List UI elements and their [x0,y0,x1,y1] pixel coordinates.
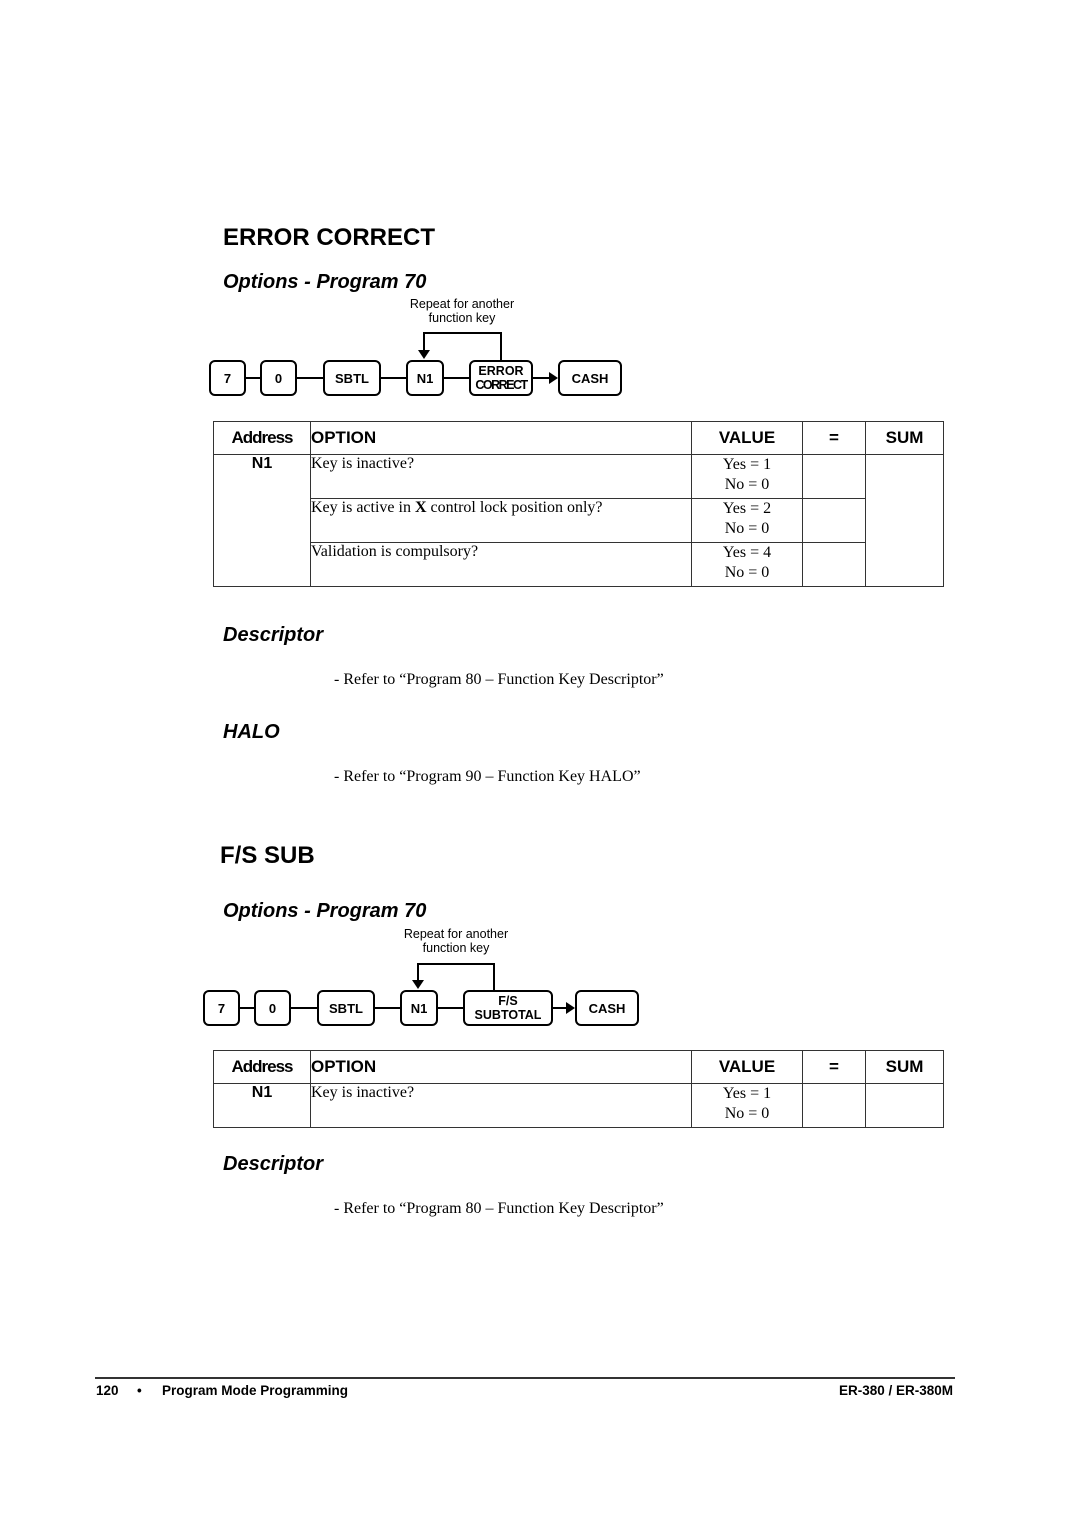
key-cash: CASH [575,990,639,1026]
loop-line [493,963,495,990]
table-row: N1 Key is inactive? Yes = 1 No = 0 [213,1083,944,1128]
equals-cell [802,498,866,543]
options-table: Address OPTION VALUE = SUM N1 Key is ina… [213,1050,944,1128]
header-equals: = [802,1050,866,1084]
key-0: 0 [254,990,291,1026]
descriptor-heading: Descriptor [223,624,324,646]
option-text: Key is inactive? [310,454,692,499]
header-sum: SUM [865,421,944,455]
connector [444,377,469,379]
connector [291,1007,317,1009]
value-cell: Yes = 2 No = 0 [691,498,803,543]
sum-cell [865,1083,944,1128]
arrow-right-icon [566,1002,575,1014]
table-row: Validation is compulsory? Yes = 4 No = 0 [214,542,944,587]
option-text: Validation is compulsory? [310,542,692,587]
equals-cell [802,454,866,499]
table-row: Key is active in X control lock position… [214,498,944,543]
footer-model: ER-380 / ER-380M [838,1383,953,1398]
header-address: Address [213,421,311,455]
footer-divider [95,1377,955,1379]
header-option: OPTION [310,1050,692,1084]
header-value: VALUE [691,1050,803,1084]
key-7: 7 [203,990,240,1026]
loop-line [423,332,425,352]
key-sbtl: SBTL [323,360,381,396]
halo-heading: HALO [223,721,280,743]
key-0: 0 [260,360,297,396]
equals-cell [802,542,866,587]
sum-cell [865,454,944,587]
connector [375,1007,400,1009]
key-7: 7 [209,360,246,396]
key-fs-subtotal: F/S SUBTOTAL [463,990,553,1026]
section-title-error-correct: ERROR CORRECT [223,224,436,251]
footer-section: Program Mode Programming [162,1383,349,1398]
loop-line [500,332,502,360]
value-cell: Yes = 4 No = 0 [691,542,803,587]
connector [297,377,323,379]
arrow-right-icon [549,372,558,384]
connector [240,1007,254,1009]
loop-line [417,963,495,965]
options-heading: Options - Program 70 [223,271,427,293]
connector [438,1007,463,1009]
connector [533,377,550,379]
halo-text: - Refer to “Program 90 – Function Key HA… [334,768,641,785]
descriptor-text: - Refer to “Program 80 – Function Key De… [334,671,664,688]
header-equals: = [802,421,866,455]
repeat-note: Repeat for another function key [409,297,515,325]
arrow-down-icon [418,350,430,359]
section-title-fs-sub: F/S SUB [220,842,315,869]
descriptor-heading: Descriptor [223,1153,324,1175]
connector [553,1007,567,1009]
key-n1: N1 [406,360,444,396]
equals-cell [802,1083,866,1128]
descriptor-text: - Refer to “Program 80 – Function Key De… [334,1200,664,1217]
header-address: Address [213,1050,311,1084]
address-cell: N1 [213,454,311,587]
connector [246,377,260,379]
options-heading: Options - Program 70 [223,900,427,922]
connector [381,377,406,379]
header-option: OPTION [310,421,692,455]
footer-bullet: • [137,1383,142,1398]
key-sbtl: SBTL [317,990,375,1026]
value-cell: Yes = 1 No = 0 [691,1083,803,1128]
header-value: VALUE [691,421,803,455]
options-table: Address OPTION VALUE = SUM N1 Key is ina… [213,421,944,587]
option-text: Key is active in X control lock position… [310,498,692,543]
page-number: 120 [96,1383,119,1398]
value-cell: Yes = 1 No = 0 [691,454,803,499]
address-cell: N1 [213,1083,311,1128]
key-error-correct: ERROR CORRECT [469,360,533,396]
option-text: Key is inactive? [310,1083,692,1128]
arrow-down-icon [412,980,424,989]
key-cash: CASH [558,360,622,396]
key-n1: N1 [400,990,438,1026]
loop-line [423,332,502,334]
repeat-note: Repeat for another function key [403,927,509,955]
header-sum: SUM [865,1050,944,1084]
table-row: N1 Key is inactive? Yes = 1 No = 0 [213,454,944,587]
